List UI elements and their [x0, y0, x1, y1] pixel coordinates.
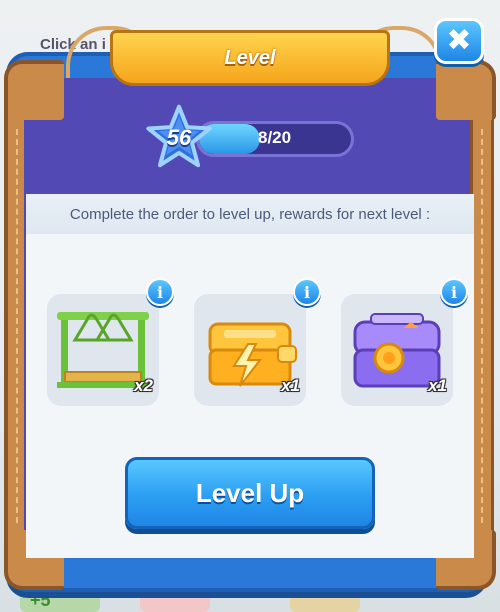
close-icon: ✖	[446, 24, 472, 57]
title-banner: Level	[110, 30, 390, 86]
leather-corner	[4, 60, 64, 120]
level-up-button[interactable]: Level Up	[125, 457, 375, 529]
leather-corner	[436, 60, 496, 120]
info-icon[interactable]: i	[293, 278, 321, 306]
close-button[interactable]: ✖	[434, 18, 484, 64]
level-number: 56	[166, 125, 192, 150]
info-icon[interactable]: i	[146, 278, 174, 306]
popup-title: Level	[224, 46, 276, 69]
instruction-text: Complete the order to level up, rewards …	[69, 206, 431, 223]
level-progress-text: 8/20	[258, 128, 292, 147]
background-plus-text: +5	[30, 590, 51, 610]
reward-quantity: x2	[134, 376, 153, 395]
reward-slot-orange-chest[interactable]: x1	[194, 294, 306, 406]
reward-quantity: x1	[428, 376, 447, 395]
info-icon[interactable]: i	[440, 278, 468, 306]
reward-quantity: x1	[281, 376, 300, 395]
reward-slot-clothes-rack[interactable]: x2	[47, 294, 159, 406]
level-up-button-label: Level Up	[195, 477, 305, 508]
reward-slot-purple-chest[interactable]: x1	[341, 294, 453, 406]
